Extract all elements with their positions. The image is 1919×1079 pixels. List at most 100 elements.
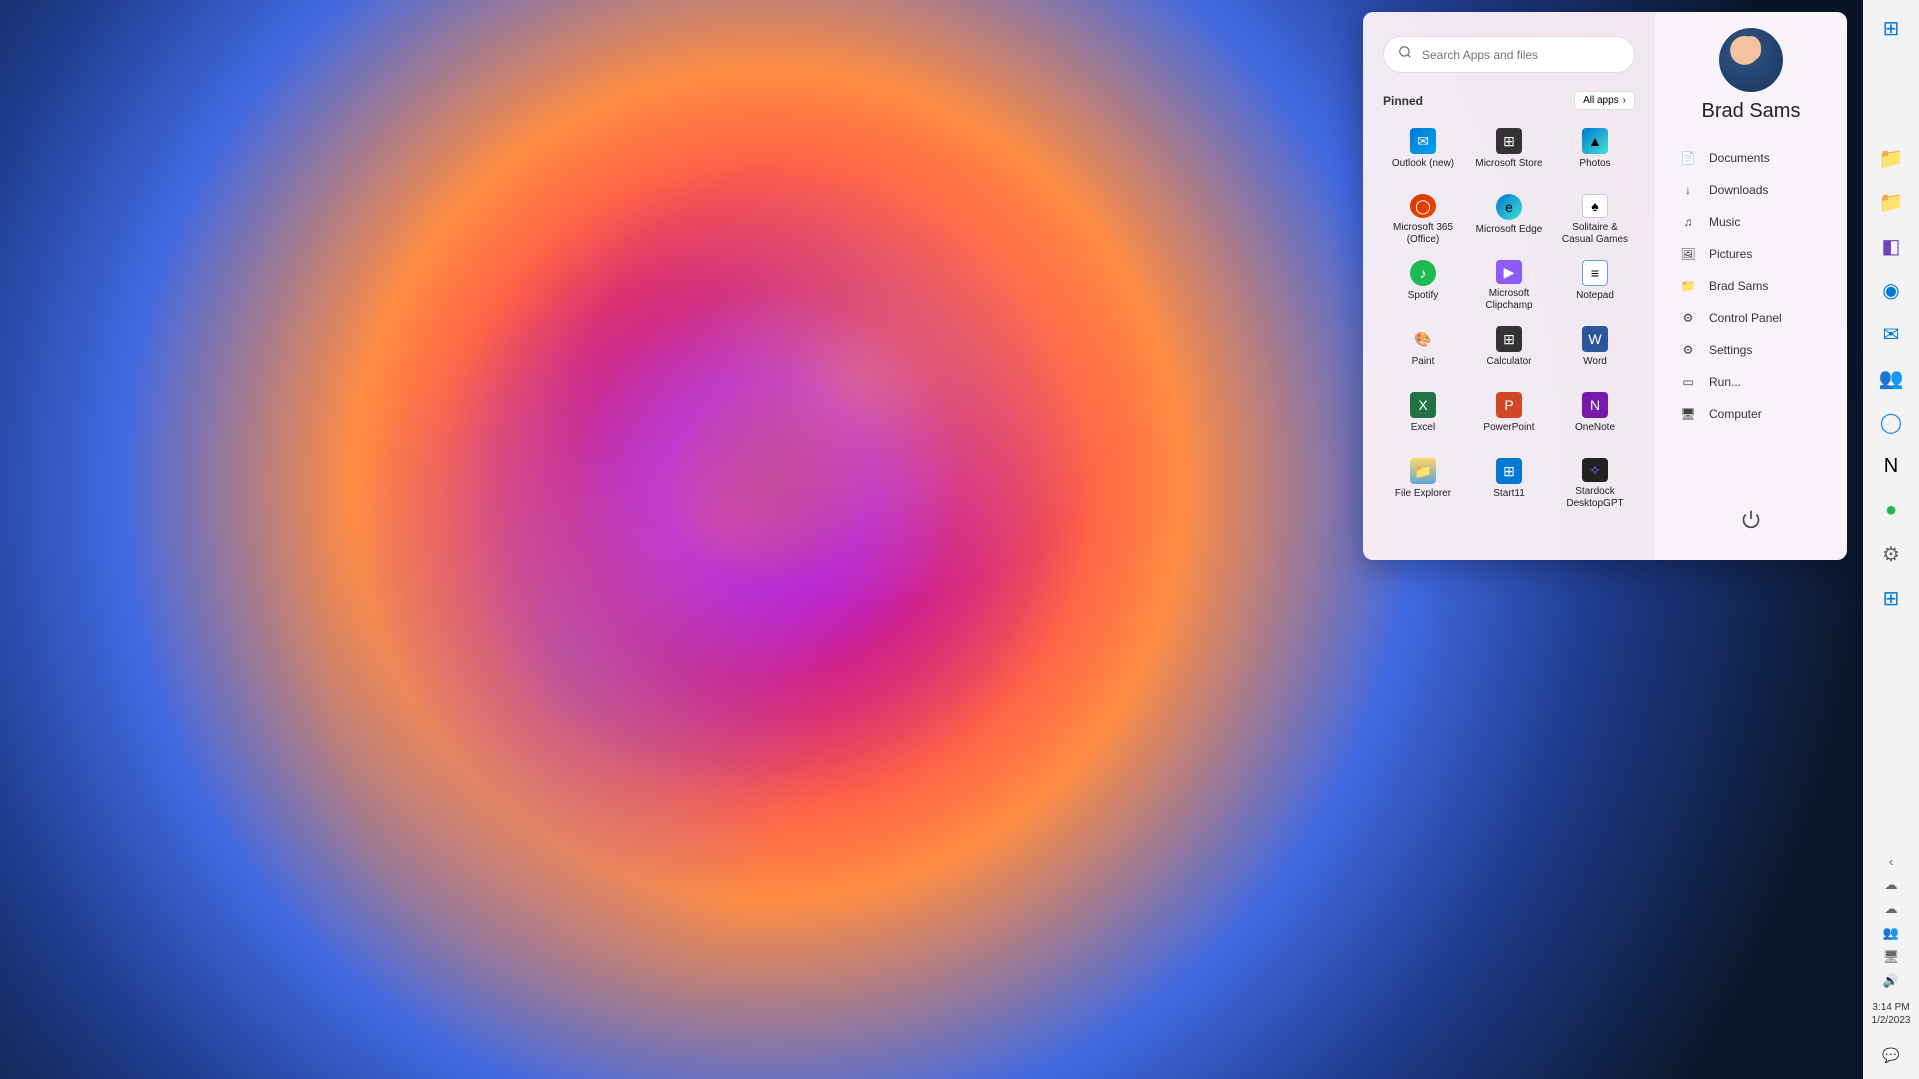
app-label: Word <box>1583 356 1607 368</box>
start-menu: Pinned All apps › ✉Outlook (new) ⊞ Microso… <box>1363 12 1847 560</box>
microsoft-edge-icon: e <box>1496 194 1522 220</box>
app-label: Calculator <box>1486 356 1531 368</box>
taskbar: ⊞📁📁◧◉✉👥◯N●⚙⊞ ‹☁☁👥🖥🔊 3:14 PM 1/2/2023 💬 <box>1863 0 1919 1079</box>
app-label: Microsoft Clipchamp <box>1471 288 1547 312</box>
side-item-settings[interactable]: ⚙ Settings <box>1673 335 1829 365</box>
side-item-label: Computer <box>1709 407 1762 421</box>
app-label: Microsoft Store <box>1475 158 1542 170</box>
app-tile-microsoft-store[interactable]: ⊞ Microsoft Store <box>1469 122 1549 186</box>
systray-teams-tray-icon[interactable]: 👥 <box>1879 925 1903 941</box>
side-item-downloads[interactable]: ↓ Downloads <box>1673 175 1829 205</box>
power-button[interactable] <box>1731 499 1771 544</box>
app-tile-excel[interactable]: XExcel <box>1383 386 1463 450</box>
notifications-icon[interactable]: 💬 <box>1871 1035 1911 1075</box>
app-tile-microsoft-clipchamp[interactable]: ▶ Microsoft Clipchamp <box>1469 254 1549 318</box>
taskbar-onepassword-icon[interactable]: ◯ <box>1871 402 1911 442</box>
side-item-label: Pictures <box>1709 247 1752 261</box>
taskbar-edge-icon[interactable]: ◉ <box>1871 270 1911 310</box>
taskbar-teams-icon[interactable]: 👥 <box>1871 358 1911 398</box>
system-tray: ‹ ☁ ☁ 👥 🖥 🔊 <box>1879 846 1903 997</box>
computer-icon: 🖥 <box>1679 407 1697 421</box>
side-item-pictures[interactable]: 🖼 Pictures <box>1673 239 1829 269</box>
search-input[interactable] <box>1422 48 1620 62</box>
app-tile-stardock-desktopgpt[interactable]: ✧Stardock DesktopGPT <box>1555 452 1635 516</box>
app-tile-outlook-new-[interactable]: ✉Outlook (new) <box>1383 122 1463 186</box>
app-label: OneNote <box>1575 422 1615 434</box>
app-label: Paint <box>1412 356 1435 368</box>
app-label: Stardock DesktopGPT <box>1557 486 1633 510</box>
app-label: Notepad <box>1576 290 1614 302</box>
side-item-control-panel[interactable]: ⚙ Control Panel <box>1673 303 1829 333</box>
side-item-computer[interactable]: 🖥 Computer <box>1673 399 1829 429</box>
app-label: Photos <box>1579 158 1610 170</box>
documents-icon: 📄 <box>1679 151 1697 165</box>
taskbar-start-icon[interactable]: ⊞ <box>1871 8 1911 48</box>
downloads-icon: ↓ <box>1679 183 1697 197</box>
outlook-new--icon: ✉ <box>1410 128 1436 154</box>
microsoft-store-icon: ⊞ <box>1496 128 1522 154</box>
app-label: PowerPoint <box>1483 422 1534 434</box>
pictures-icon: 🖼 <box>1679 247 1697 261</box>
app-tile-notepad[interactable]: ≡Notepad <box>1555 254 1635 318</box>
app-tile-onenote[interactable]: N OneNote <box>1555 386 1635 450</box>
side-item-music[interactable]: ♫ Music <box>1673 207 1829 237</box>
app-tile-powerpoint[interactable]: PPowerPoint <box>1469 386 1549 450</box>
systray-volume-icon[interactable]: 🔊 <box>1879 973 1903 989</box>
photos-icon: ▲ <box>1582 128 1608 154</box>
side-item-label: Music <box>1709 215 1740 229</box>
taskbar-start11-icon[interactable]: ⊞ <box>1871 578 1911 618</box>
taskbar-file-explorer-icon[interactable]: 📁 <box>1871 138 1911 178</box>
clock-date: 1/2/2023 <box>1872 1014 1911 1027</box>
search-box[interactable] <box>1383 36 1635 73</box>
side-item-label: Settings <box>1709 343 1752 357</box>
start-menu-sidebar: Brad Sams 📄 Documents ↓ Downloads ♫ Music 🖼 Pic… <box>1655 12 1847 560</box>
app-tile-file-explorer[interactable]: 📁File Explorer <box>1383 452 1463 516</box>
username: Brad Sams <box>1673 100 1829 123</box>
app-tile-start11[interactable]: ⊞Start11 <box>1469 452 1549 516</box>
taskbar-outlook-icon[interactable]: ✉ <box>1871 314 1911 354</box>
onenote-icon: N <box>1582 392 1608 418</box>
taskbar-folder-icon[interactable]: 📁 <box>1871 182 1911 222</box>
app-label: Solitaire & Casual Games <box>1557 222 1633 246</box>
app-tile-spotify[interactable]: ♪Spotify <box>1383 254 1463 318</box>
systray-onedrive-icon[interactable]: ☁ <box>1879 901 1903 917</box>
app-tile-microsoft-edge[interactable]: e Microsoft Edge <box>1469 188 1549 252</box>
pinned-header: Pinned All apps › <box>1383 91 1635 110</box>
taskbar-apps: ⊞📁📁◧◉✉👥◯N●⚙⊞ <box>1871 8 1911 622</box>
side-item-label: Downloads <box>1709 183 1768 197</box>
taskbar-notion-icon[interactable]: N <box>1871 446 1911 486</box>
side-item-user-folder[interactable]: 📁Brad Sams <box>1673 271 1829 301</box>
control-panel-icon: ⚙ <box>1679 311 1697 325</box>
calculator-icon: ⊞ <box>1496 326 1522 352</box>
avatar[interactable] <box>1719 28 1783 92</box>
all-apps-button[interactable]: All apps › <box>1574 91 1635 110</box>
taskbar-settings-icon[interactable]: ⚙ <box>1871 534 1911 574</box>
app-label: Spotify <box>1408 290 1439 302</box>
app-label: Microsoft Edge <box>1476 224 1543 236</box>
systray-display-icon[interactable]: 🖥 <box>1879 949 1903 965</box>
side-item-label: Control Panel <box>1709 311 1782 325</box>
app-tile-solitaire-casual-games[interactable]: ♠ Solitaire & Casual Games <box>1555 188 1635 252</box>
app-tile-paint[interactable]: 🎨Paint <box>1383 320 1463 384</box>
taskbar-clock[interactable]: 3:14 PM 1/2/2023 <box>1872 997 1911 1035</box>
search-icon <box>1398 45 1412 64</box>
app-tile-word[interactable]: WWord <box>1555 320 1635 384</box>
taskbar-spotify-icon[interactable]: ● <box>1871 490 1911 530</box>
settings-icon: ⚙ <box>1679 343 1697 357</box>
taskbar-app-purple-icon[interactable]: ◧ <box>1871 226 1911 266</box>
side-item-run[interactable]: ▭Run... <box>1673 367 1829 397</box>
app-tile-calculator[interactable]: ⊞ Calculator <box>1469 320 1549 384</box>
all-apps-label: All apps <box>1583 95 1619 106</box>
file-explorer-icon: 📁 <box>1410 458 1436 484</box>
side-item-label: Documents <box>1709 151 1770 165</box>
music-icon: ♫ <box>1679 215 1697 229</box>
pinned-grid: ✉Outlook (new) ⊞ Microsoft Store ▲ Photos ◯Mi… <box>1383 122 1635 516</box>
app-tile-microsoft-365-office-[interactable]: ◯Microsoft 365 (Office) <box>1383 188 1463 252</box>
solitaire-casual-games-icon: ♠ <box>1582 194 1608 218</box>
app-tile-photos[interactable]: ▲ Photos <box>1555 122 1635 186</box>
side-item-documents[interactable]: 📄 Documents <box>1673 143 1829 173</box>
systray-cloud-icon[interactable]: ☁ <box>1879 877 1903 893</box>
systray-expand-icon[interactable]: ‹ <box>1879 854 1903 869</box>
run-icon: ▭ <box>1679 375 1697 389</box>
microsoft-clipchamp-icon: ▶ <box>1496 260 1522 284</box>
